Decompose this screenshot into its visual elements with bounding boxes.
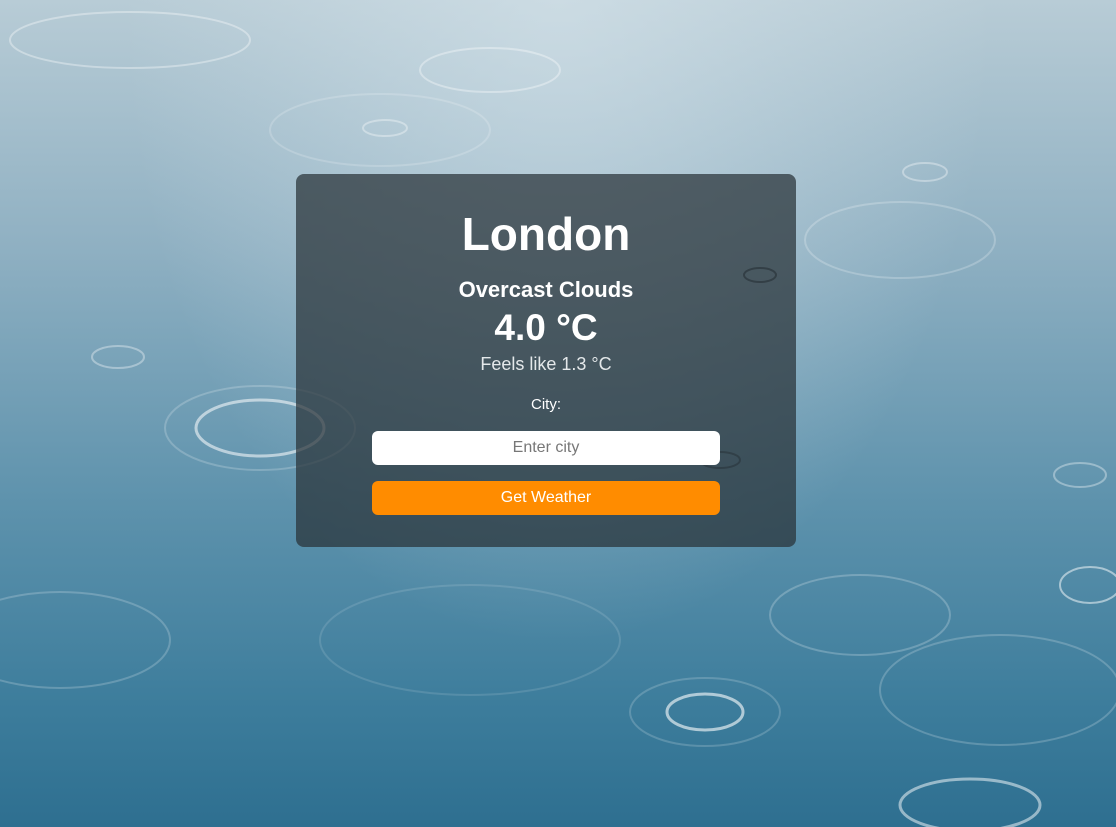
feels-like-temperature: Feels like 1.3 °C: [480, 354, 612, 374]
weather-card: London Overcast Clouds 4.0 °C Feels like…: [296, 174, 796, 547]
city-name: London: [461, 208, 631, 260]
temperature: 4.0 °C: [494, 307, 598, 348]
get-weather-button[interactable]: Get Weather: [372, 481, 720, 515]
city-input[interactable]: [372, 431, 720, 465]
city-label: City:: [531, 396, 561, 413]
weather-description: Overcast Clouds: [458, 277, 634, 302]
